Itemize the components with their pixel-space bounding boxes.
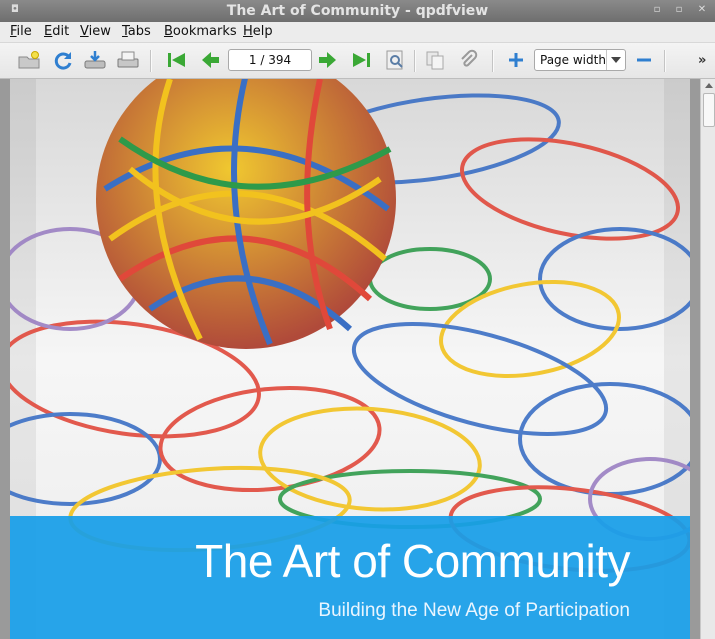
first-page-icon [168,53,185,67]
paperclip-icon [461,49,478,67]
previous-page-button[interactable] [197,47,223,73]
toolbar-overflow-button[interactable]: » [698,53,706,68]
menu-bookmarks[interactable]: Bookmarks [164,24,237,39]
menu-bar: File Edit View Tabs Bookmarks Help [0,22,715,43]
document-viewport[interactable]: The Art of Community Building the New Ag… [0,79,700,639]
arrow-left-icon [202,52,219,68]
minus-icon [637,58,651,62]
zoom-out-button[interactable] [631,47,657,73]
last-page-icon [353,53,370,67]
plus-icon [509,53,523,67]
pdf-page: The Art of Community Building the New Ag… [10,79,690,639]
scrollbar-thumb[interactable] [703,93,715,127]
print-button[interactable] [115,47,141,73]
zoom-select-value: Page width [540,53,606,67]
menu-edit[interactable]: Edit [44,24,69,39]
window-titlebar: ◘ The Art of Community - qpdfview ▫ ▫ ✕ [0,0,715,23]
cover-subtitle: Building the New Age of Participation [318,600,630,621]
toolbar-separator [150,50,152,72]
refresh-button[interactable] [50,47,76,73]
menu-view[interactable]: View [80,24,111,39]
vertical-scrollbar[interactable] [700,79,715,639]
menu-file[interactable]: File [10,24,32,39]
cover-title: The Art of Community [195,535,630,587]
open-file-button[interactable] [16,47,42,73]
first-page-button[interactable] [163,47,189,73]
open-file-icon [18,51,40,69]
copy-button[interactable] [422,47,448,73]
print-icon [117,51,139,68]
close-button[interactable]: ✕ [697,5,707,15]
chevron-up-icon [704,82,713,88]
next-page-button[interactable] [315,47,341,73]
page-number-input[interactable]: 1 / 394 [228,49,312,71]
save-icon [84,51,106,69]
last-page-button[interactable] [349,47,375,73]
window-title: The Art of Community - qpdfview [226,3,489,19]
save-button[interactable] [82,47,108,73]
menu-help[interactable]: Help [243,24,273,39]
main-toolbar: 1 / 394 Page width » [0,43,715,79]
toolbar-separator [414,50,416,72]
copy-icon [426,51,444,70]
find-button[interactable] [382,47,408,73]
cover-banner: The Art of Community Building the New Ag… [10,516,690,639]
search-icon [386,50,403,70]
toolbar-separator [664,50,666,72]
minimize-button[interactable]: ▫ [652,5,662,15]
arrow-right-icon [319,52,336,68]
zoom-in-button[interactable] [503,47,529,73]
menu-tabs[interactable]: Tabs [122,24,151,39]
chevron-down-icon[interactable] [606,50,625,70]
refresh-icon [54,52,72,70]
attachments-button[interactable] [455,47,481,73]
maximize-button[interactable]: ▫ [674,5,684,15]
scroll-up-button[interactable] [701,79,715,91]
zoom-select[interactable]: Page width [534,49,626,71]
toolbar-separator [492,50,494,72]
